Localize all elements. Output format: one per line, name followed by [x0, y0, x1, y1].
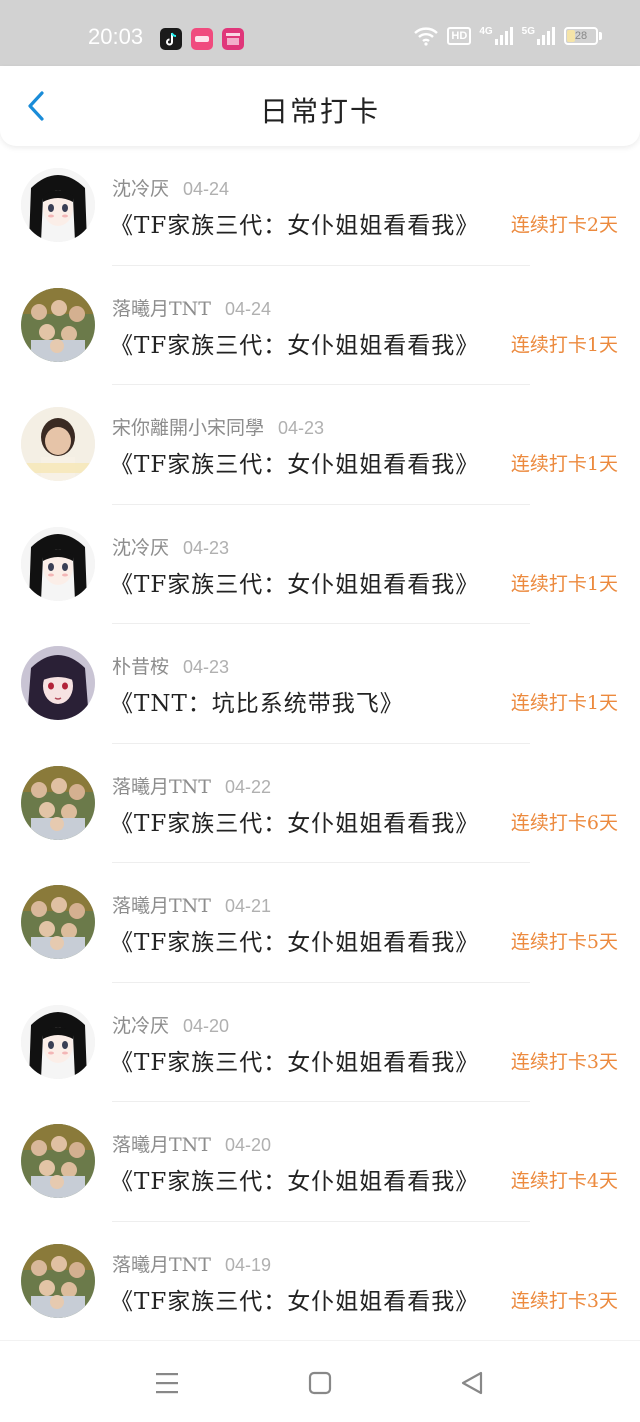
status-time: 20:03 [88, 24, 144, 49]
avatar[interactable] [21, 765, 95, 840]
list-item[interactable]: 落曦月TNT 04-20 《TF家族三代：女仆姐姐看看我》 连续打卡4天 [0, 1102, 640, 1222]
username[interactable]: 朴昔桉 [112, 656, 169, 678]
book-title[interactable]: 《TF家族三代：女仆姐姐看看我》 [110, 206, 479, 240]
username[interactable]: 沈冷厌 [112, 178, 169, 200]
list-item[interactable]: 落曦月TNT 04-19 《TF家族三代：女仆姐姐看看我》 连续打卡3天 [0, 1222, 640, 1341]
home-button[interactable] [306, 1369, 334, 1397]
streak-label: 连续打卡4天 [510, 1170, 618, 1192]
checkin-date: 04-20 [183, 1015, 230, 1036]
avatar[interactable] [21, 1004, 95, 1079]
list-item[interactable]: 落曦月TNT 04-21 《TF家族三代：女仆姐姐看看我》 连续打卡5天 [0, 863, 640, 983]
book-title[interactable]: 《TF家族三代：女仆姐姐看看我》 [110, 565, 479, 599]
avatar[interactable] [21, 646, 95, 720]
checkin-date: 04-20 [224, 1135, 272, 1155]
net-5g-label: 5G [521, 26, 535, 37]
back-triangle-icon [461, 1371, 483, 1395]
hd-badge: HD [447, 27, 472, 45]
app-magenta-icon [222, 28, 244, 50]
username-line: 落曦月TNT 04-19 [112, 1250, 271, 1277]
book-title[interactable]: 《TF家族三代：女仆姐姐看看我》 [110, 326, 479, 360]
checkin-date: 04-23 [278, 418, 325, 438]
signal-4g-icon: 4G [479, 26, 513, 46]
username[interactable]: 落曦月TNT [112, 298, 211, 320]
page-title: 日常打卡 [259, 95, 380, 128]
username-line: 宋你離開小宋同學 04-23 [112, 413, 324, 440]
list-item[interactable]: 落曦月TNT 04-22 《TF家族三代：女仆姐姐看看我》 连续打卡6天 [0, 744, 640, 863]
username[interactable]: 沈冷厌 [112, 1015, 169, 1037]
book-title[interactable]: 《TF家族三代：女仆姐姐看看我》 [110, 1043, 479, 1077]
checkin-date: 04-23 [183, 537, 230, 558]
navigation-bar [0, 1340, 640, 1422]
book-title[interactable]: 《TNT：坑比系统带我飞》 [110, 684, 404, 718]
username[interactable]: 沈冷厌 [112, 537, 169, 559]
avatar[interactable] [21, 168, 95, 242]
home-square-icon [308, 1371, 332, 1395]
username-line: 落曦月TNT 04-22 [112, 772, 271, 799]
username[interactable]: 落曦月TNT [112, 1254, 211, 1276]
tiktok-icon [160, 28, 182, 50]
streak-label: 连续打卡2天 [510, 214, 618, 236]
streak-label: 连续打卡3天 [510, 1050, 618, 1073]
streak-label: 连续打卡1天 [510, 692, 618, 714]
list-item[interactable]: 沈冷厌 04-24 《TF家族三代：女仆姐姐看看我》 连续打卡2天 [0, 146, 640, 266]
book-title[interactable]: 《TF家族三代：女仆姐姐看看我》 [110, 1282, 479, 1316]
checkin-date: 04-24 [183, 179, 230, 199]
avatar[interactable] [21, 885, 95, 959]
net-4g-label: 4G [479, 26, 493, 37]
wifi-icon [413, 26, 439, 46]
list-item[interactable]: 朴昔桉 04-23 《TNT：坑比系统带我飞》 连续打卡1天 [0, 624, 640, 744]
checkin-date: 04-19 [224, 1254, 272, 1275]
username[interactable]: 落曦月TNT [112, 895, 211, 917]
avatar[interactable] [21, 407, 95, 481]
menu-icon [156, 1373, 178, 1394]
checkin-date: 04-22 [224, 776, 272, 797]
checkin-date: 04-24 [224, 298, 272, 319]
username-line: 落曦月TNT 04-20 [112, 1130, 271, 1157]
app-pink-icon [191, 28, 213, 50]
book-title[interactable]: 《TF家族三代：女仆姐姐看看我》 [110, 445, 479, 479]
battery-icon: 28 [564, 27, 602, 45]
streak-label: 连续打卡1天 [510, 333, 618, 356]
header: 日常打卡 [0, 66, 640, 146]
streak-label: 连续打卡1天 [510, 572, 618, 595]
username[interactable]: 宋你離開小宋同學 [112, 417, 264, 439]
avatar[interactable] [21, 287, 95, 362]
book-title[interactable]: 《TF家族三代：女仆姐姐看看我》 [110, 804, 479, 838]
avatar[interactable] [21, 1124, 95, 1198]
back-nav-button[interactable] [458, 1369, 486, 1397]
username-line: 落曦月TNT 04-21 [112, 891, 271, 918]
menu-button[interactable] [153, 1369, 181, 1397]
username-line: 沈冷厌 04-23 [112, 533, 229, 560]
status-icons: HD 4G 5G 28 [413, 26, 602, 46]
streak-label: 连续打卡3天 [510, 1289, 618, 1312]
streak-label: 连续打卡5天 [510, 931, 618, 953]
list-item[interactable]: 沈冷厌 04-20 《TF家族三代：女仆姐姐看看我》 连续打卡3天 [0, 983, 640, 1102]
username[interactable]: 落曦月TNT [112, 1134, 211, 1156]
checkin-list: 沈冷厌 04-24 《TF家族三代：女仆姐姐看看我》 连续打卡2天落曦月TNT 04-2… [0, 146, 640, 1341]
streak-label: 连续打卡6天 [510, 811, 618, 834]
avatar[interactable] [21, 526, 95, 601]
list-item[interactable]: 沈冷厌 04-23 《TF家族三代：女仆姐姐看看我》 连续打卡1天 [0, 505, 640, 624]
list-item[interactable]: 宋你離開小宋同學 04-23 《TF家族三代：女仆姐姐看看我》 连续打卡1天 [0, 385, 640, 505]
book-title[interactable]: 《TF家族三代：女仆姐姐看看我》 [110, 923, 479, 957]
streak-label: 连续打卡1天 [510, 453, 618, 475]
status-bar: 20:03 HD 4G 5G 28 [0, 0, 640, 66]
username-line: 沈冷厌 04-20 [112, 1011, 229, 1038]
list-item[interactable]: 落曦月TNT 04-24 《TF家族三代：女仆姐姐看看我》 连续打卡1天 [0, 266, 640, 385]
username-line: 朴昔桉 04-23 [112, 652, 229, 679]
battery-level: 28 [574, 30, 588, 42]
signal-5g-icon: 5G [522, 26, 556, 46]
username[interactable]: 落曦月TNT [112, 776, 211, 798]
avatar[interactable] [21, 1243, 95, 1318]
checkin-date: 04-23 [183, 657, 230, 677]
username-line: 落曦月TNT 04-24 [112, 294, 271, 321]
checkin-date: 04-21 [224, 896, 272, 916]
book-title[interactable]: 《TF家族三代：女仆姐姐看看我》 [110, 1162, 479, 1196]
username-line: 沈冷厌 04-24 [112, 174, 229, 201]
